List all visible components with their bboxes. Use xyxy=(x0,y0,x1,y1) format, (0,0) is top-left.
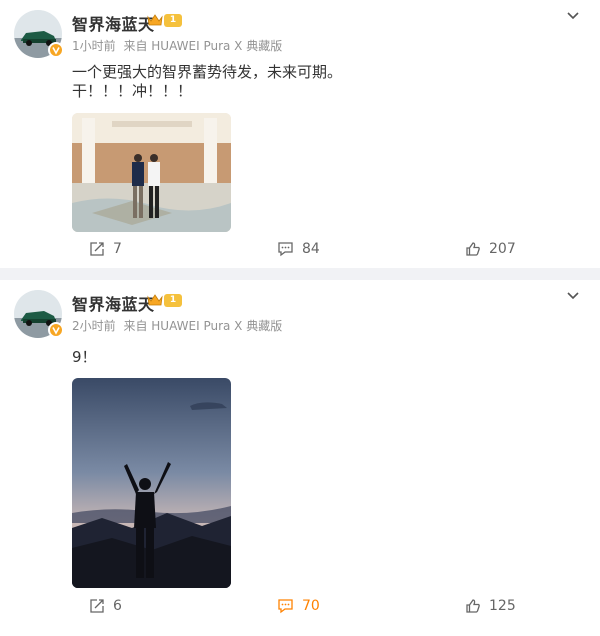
post-source: 来自 HUAWEI Pura X 典藏版 xyxy=(123,39,283,53)
like-button[interactable]: 207 xyxy=(465,241,516,257)
post-divider xyxy=(0,268,600,280)
chevron-down-icon[interactable] xyxy=(566,286,580,305)
chevron-down-icon[interactable] xyxy=(566,6,580,25)
post-card: 智界海蓝天 1 1小时前 来自 HUAWEI Pura X 典藏版 一个更强大的… xyxy=(0,0,600,268)
comment-button[interactable]: 84 xyxy=(277,241,320,257)
crown-icon xyxy=(147,292,163,311)
post-actions: 7 84 207 xyxy=(0,241,600,263)
post-time[interactable]: 1小时前 xyxy=(72,39,116,53)
repost-button[interactable]: 6 xyxy=(89,598,122,614)
like-button[interactable]: 125 xyxy=(465,598,516,614)
post-meta: 2小时前 来自 HUAWEI Pura X 典藏版 xyxy=(72,317,286,334)
verified-badge-icon xyxy=(48,322,64,338)
crown-icon xyxy=(147,12,163,31)
post-image[interactable] xyxy=(72,378,231,588)
comment-icon xyxy=(278,242,293,257)
like-count: 207 xyxy=(489,241,516,257)
username[interactable]: 智界海蓝天 xyxy=(72,11,155,35)
repost-icon xyxy=(90,599,104,613)
post-text-line: 干！！！冲！！！ xyxy=(72,82,193,100)
username[interactable]: 智界海蓝天 xyxy=(72,291,155,315)
like-count: 125 xyxy=(489,598,516,614)
post-meta: 1小时前 来自 HUAWEI Pura X 典藏版 xyxy=(72,37,286,54)
comment-count: 84 xyxy=(302,241,320,257)
comment-icon xyxy=(278,599,293,614)
level-badge: 1 xyxy=(164,294,182,307)
repost-button[interactable]: 7 xyxy=(89,241,122,257)
repost-count: 7 xyxy=(113,241,122,257)
repost-count: 6 xyxy=(113,598,122,614)
post-time[interactable]: 2小时前 xyxy=(72,319,116,333)
post-source: 来自 HUAWEI Pura X 典藏版 xyxy=(123,319,283,333)
like-icon xyxy=(466,599,480,613)
repost-icon xyxy=(90,242,104,256)
verified-badge-icon xyxy=(48,42,64,58)
post-actions: 6 70 125 xyxy=(0,598,600,620)
comment-count: 70 xyxy=(302,598,320,614)
like-icon xyxy=(466,242,480,256)
comment-button[interactable]: 70 xyxy=(277,598,320,614)
post-text-line: 9！ xyxy=(72,348,97,366)
post-image[interactable] xyxy=(72,113,231,232)
post-card: 智界海蓝天 1 2小时前 来自 HUAWEI Pura X 典藏版 9！ 6 7… xyxy=(0,280,600,636)
level-badge: 1 xyxy=(164,14,182,27)
